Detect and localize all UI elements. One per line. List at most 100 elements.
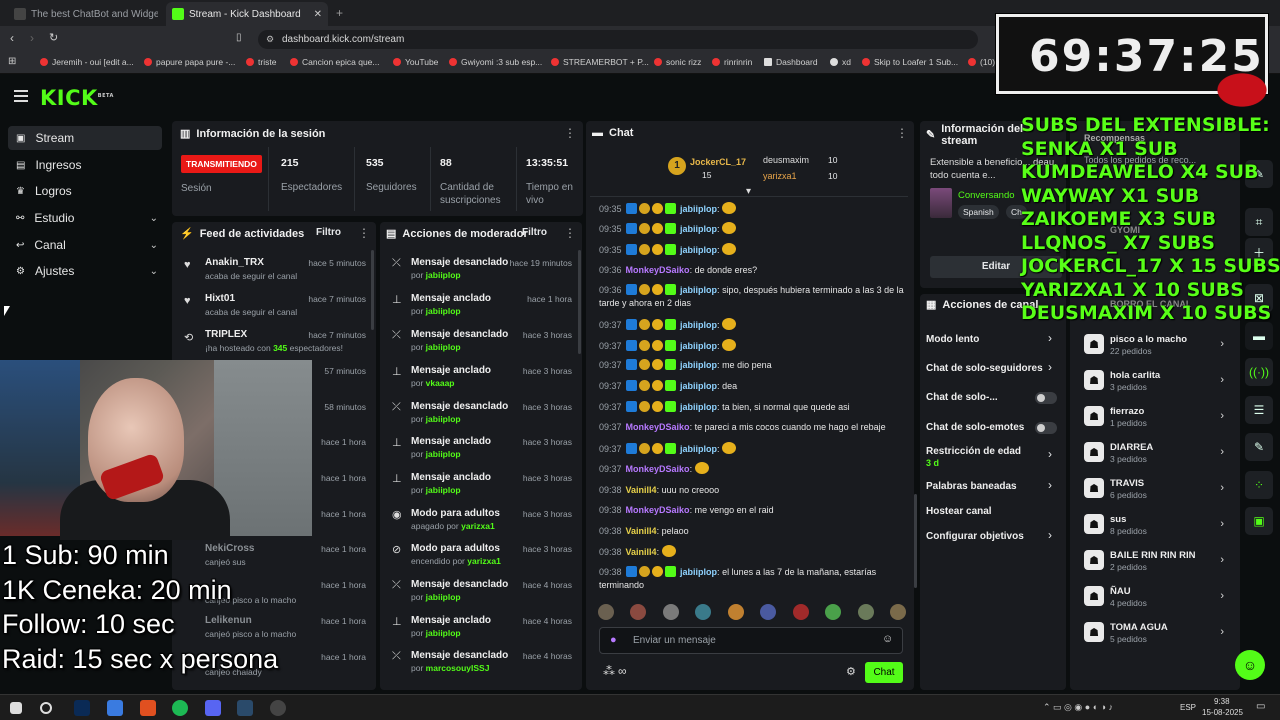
browser-tab-chatbot[interactable]: The best ChatBot and Widgets for Ki — [8, 2, 158, 26]
back-icon[interactable]: ‹ — [10, 31, 14, 45]
chevron-right-icon[interactable]: › — [1220, 410, 1224, 422]
chevron-right-icon[interactable]: › — [1220, 482, 1224, 494]
action-host-channel[interactable]: Hostear canal — [926, 506, 1058, 517]
reload-icon[interactable]: ↻ — [49, 31, 58, 44]
discord-icon[interactable] — [205, 700, 221, 716]
clock-date[interactable]: 15-08-2025 — [1202, 708, 1243, 717]
notifications-icon[interactable]: ▭ — [1256, 701, 1265, 712]
emotes-only-toggle[interactable] — [1035, 422, 1057, 434]
browser-tab-kick-dashboard[interactable]: Stream - Kick Dashboard ✕ — [166, 2, 328, 26]
chevron-right-icon[interactable]: › — [1220, 446, 1224, 458]
tray-icons[interactable]: ⌃ ▭ ◎ ◉ ● ◐ ◑ ♪ — [1043, 702, 1113, 713]
share-tool-icon[interactable]: ⁘ — [1245, 471, 1273, 499]
sidebar-item-estudio[interactable]: ⚯ Estudio ⌄ — [8, 206, 162, 230]
app-icon[interactable] — [107, 700, 123, 716]
broadcast-tool-icon[interactable]: ((·)) — [1245, 358, 1273, 386]
search-icon[interactable] — [40, 702, 52, 714]
wrench-tool-icon[interactable]: ✎ — [1245, 433, 1273, 461]
brave-icon[interactable] — [140, 700, 156, 716]
microphone-icon[interactable]: ● — [610, 634, 617, 646]
chevron-right-icon[interactable]: › — [1220, 338, 1224, 350]
points-icon[interactable]: ⁂ — [603, 664, 615, 678]
reward-item[interactable]: ☗ fierrazo 1 pedidos › — [1084, 406, 1230, 440]
bookmark-item[interactable]: triste — [246, 57, 276, 67]
bookmark-item[interactable]: rinrinrin — [712, 57, 752, 67]
emote-icon[interactable] — [727, 604, 744, 620]
bookmark-item[interactable]: Skip to Loafer 1 Sub... — [862, 57, 958, 67]
reward-item[interactable]: ☗ sus 8 pedidos › — [1084, 514, 1230, 548]
chevron-right-icon[interactable]: › — [1220, 626, 1224, 638]
steam-icon[interactable] — [237, 700, 253, 716]
reward-item[interactable]: ☗ ÑAU 4 pedidos › — [1084, 586, 1230, 620]
action-age-restriction[interactable]: Restricción de edad 3 d — [926, 446, 1058, 468]
chat-settings-icon[interactable]: ⚙ — [846, 665, 856, 678]
action-followers-only[interactable]: Chat de solo-seguidores — [926, 363, 1058, 374]
emote-icon[interactable] — [760, 604, 777, 620]
layers-tool-icon[interactable]: ☰ — [1245, 396, 1273, 424]
emote-icon[interactable] — [662, 604, 679, 620]
bookmark-item[interactable]: Gwiyomi :3 sub esp... — [449, 57, 542, 67]
action-set-goals[interactable]: Configurar objetivos — [926, 531, 1058, 542]
bookmark-page-icon[interactable]: ▯ — [236, 32, 242, 43]
keyboard-language[interactable]: ESP — [1180, 703, 1196, 712]
chat-send-button[interactable]: Chat — [865, 662, 903, 683]
kick-logo[interactable]: KICKBETA — [40, 86, 114, 110]
close-tab-icon[interactable]: ✕ — [314, 9, 322, 20]
subs-only-toggle[interactable] — [1035, 392, 1057, 404]
chevron-right-icon[interactable]: › — [1220, 554, 1224, 566]
apps-grid-icon[interactable]: ⊞ — [8, 56, 16, 67]
reward-item[interactable]: ☗ hola carlita 3 pedidos › — [1084, 370, 1230, 404]
infinity-icon[interactable]: ∞ — [618, 664, 627, 678]
forward-icon[interactable]: › — [30, 31, 34, 45]
emoji-icon[interactable]: ☺ — [882, 633, 893, 645]
chevron-right-icon[interactable]: › — [1048, 331, 1052, 345]
chat-scrollbar[interactable] — [914, 494, 917, 588]
mod-filter-button[interactable]: Filtro — [522, 227, 547, 238]
emote-icon[interactable] — [857, 604, 874, 620]
obs-icon[interactable] — [270, 700, 286, 716]
action-slow-mode[interactable]: Modo lento — [926, 334, 1058, 345]
clip-tool-icon[interactable]: ▣ — [1245, 507, 1273, 535]
chevron-right-icon[interactable]: › — [1220, 590, 1224, 602]
chat-tool-icon[interactable]: ▬ — [1245, 322, 1273, 350]
chevron-right-icon[interactable]: › — [1048, 447, 1052, 461]
menu-icon[interactable] — [14, 90, 28, 102]
new-tab-icon[interactable]: + — [336, 6, 343, 20]
bookmark-item[interactable]: papure papa pure -... — [144, 57, 235, 67]
reward-item[interactable]: ☗ DIARREA 3 pedidos › — [1084, 442, 1230, 476]
emote-icon[interactable] — [630, 604, 647, 620]
spotify-icon[interactable] — [172, 700, 188, 716]
bookmark-item[interactable]: xd — [830, 57, 851, 67]
bookmark-item[interactable]: STREAMERBOT + P... — [551, 57, 649, 67]
emote-icon[interactable] — [695, 604, 712, 620]
bookmark-item[interactable]: YouTube — [393, 57, 438, 67]
support-chat-icon[interactable]: ☺ — [1235, 650, 1265, 680]
chevron-right-icon[interactable]: › — [1048, 528, 1052, 542]
bookmark-item[interactable]: sonic rizz — [654, 57, 701, 67]
chat-input[interactable]: ● Enviar un mensaje ☺ — [599, 627, 903, 654]
chevron-right-icon[interactable]: › — [1220, 374, 1224, 386]
bookmark-item[interactable]: Cancion epica que... — [290, 57, 380, 67]
bookmark-item[interactable]: Jeremih - oui [edit a... — [40, 57, 134, 67]
sidebar-item-logros[interactable]: ♛ Logros — [8, 179, 162, 203]
more-options-icon[interactable]: ⋮ — [564, 126, 576, 140]
sidebar-item-canal[interactable]: ↩ Canal ⌄ — [8, 233, 162, 257]
more-options-icon[interactable]: ⋮ — [358, 226, 370, 240]
sidebar-item-ingresos[interactable]: ▤ Ingresos — [8, 153, 162, 177]
photoshop-icon[interactable] — [74, 700, 90, 716]
clock-time[interactable]: 9:38 — [1214, 697, 1230, 706]
more-options-icon[interactable]: ⋮ — [564, 226, 576, 240]
sidebar-item-stream[interactable]: ▣ Stream — [8, 126, 162, 150]
more-options-icon[interactable]: ⋮ — [896, 126, 908, 140]
action-banned-words[interactable]: Palabras baneadas — [926, 481, 1058, 492]
address-bar[interactable]: ⚙ dashboard.kick.com/stream — [258, 30, 978, 49]
bookmark-item[interactable]: (10) — [968, 57, 995, 67]
reward-item[interactable]: ☗ TRAVIS 6 pedidos › — [1084, 478, 1230, 512]
chevron-right-icon[interactable]: › — [1220, 518, 1224, 530]
chevron-right-icon[interactable]: › — [1048, 478, 1052, 492]
emote-icon[interactable] — [825, 604, 842, 620]
emote-icon[interactable] — [598, 604, 614, 620]
sidebar-item-ajustes[interactable]: ⚙ Ajustes ⌄ — [8, 259, 162, 283]
feed-filter-button[interactable]: Filtro — [316, 227, 341, 238]
emote-icon[interactable] — [889, 604, 906, 620]
